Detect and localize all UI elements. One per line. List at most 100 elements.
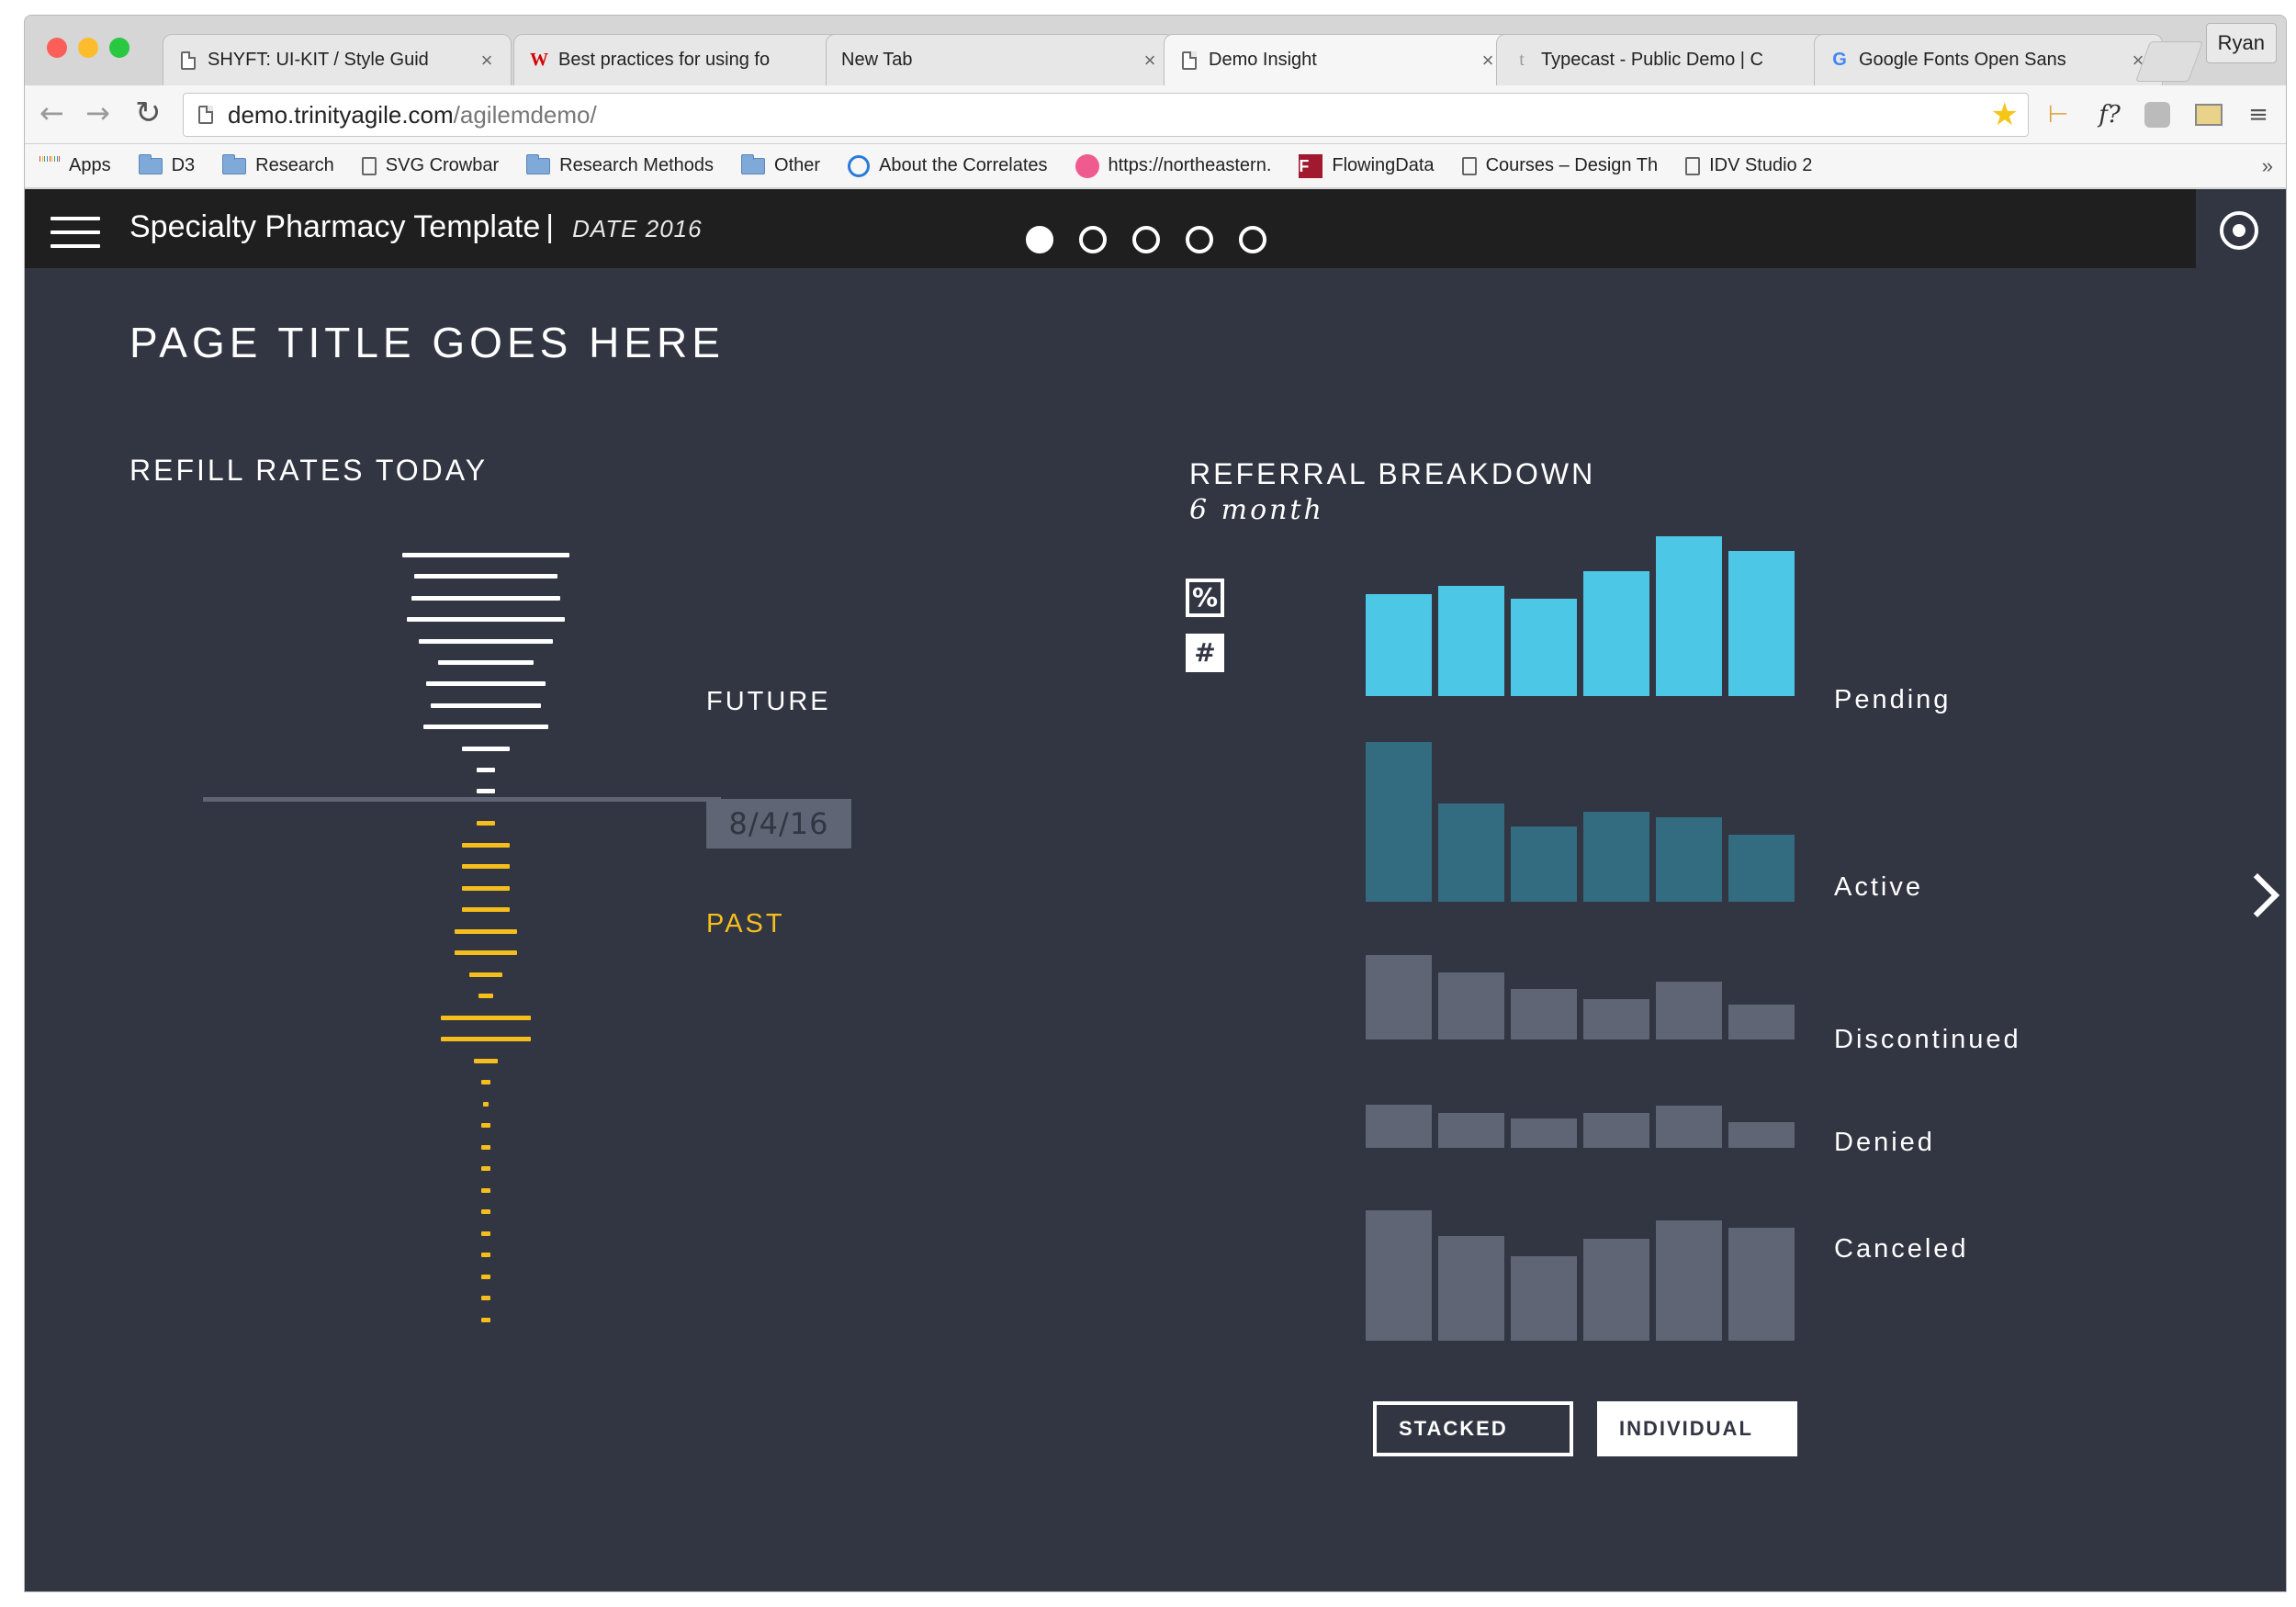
referral-bar-canceled[interactable] bbox=[1728, 1227, 1795, 1341]
referral-bar-denied[interactable] bbox=[1583, 1113, 1649, 1148]
document-icon bbox=[1685, 156, 1701, 175]
refill-past-line bbox=[483, 1101, 489, 1107]
today-date-badge: 8/4/16 bbox=[706, 799, 851, 848]
percent-toggle-button[interactable]: % bbox=[1186, 579, 1224, 617]
referral-bar-discontinued[interactable] bbox=[1438, 972, 1504, 1039]
referral-bar-active[interactable] bbox=[1438, 803, 1504, 902]
refill-past-line bbox=[455, 928, 517, 934]
referral-bar-pending[interactable] bbox=[1656, 536, 1722, 696]
page-dot-4[interactable] bbox=[1186, 226, 1213, 253]
referral-bar-denied[interactable] bbox=[1366, 1104, 1432, 1148]
referral-bar-active[interactable] bbox=[1656, 817, 1722, 902]
extension-image-icon[interactable] bbox=[2192, 98, 2225, 131]
referral-bar-active[interactable] bbox=[1583, 812, 1649, 902]
refill-future-line bbox=[438, 660, 534, 665]
page-dot-3[interactable] bbox=[1132, 226, 1160, 253]
referral-series-label: Active bbox=[1834, 872, 1923, 902]
referral-bar-discontinued[interactable] bbox=[1583, 998, 1649, 1039]
back-arrow-icon[interactable]: ← bbox=[39, 96, 64, 129]
stacked-button[interactable]: STACKED bbox=[1373, 1401, 1573, 1456]
refill-past-line bbox=[480, 1317, 491, 1322]
referral-bar-active[interactable] bbox=[1511, 826, 1577, 902]
referral-bar-discontinued[interactable] bbox=[1656, 981, 1722, 1039]
referral-bar-pending[interactable] bbox=[1511, 599, 1577, 696]
browser-tab[interactable]: W Best practices for using fo × bbox=[513, 34, 862, 85]
referral-bar-denied[interactable] bbox=[1511, 1118, 1577, 1148]
bookmark-label: Courses – Design Th bbox=[1485, 155, 1659, 175]
reload-icon[interactable]: ↻ bbox=[135, 96, 162, 129]
bookmark-svg-crowbar[interactable]: SVG Crowbar bbox=[361, 155, 499, 176]
bookmark-northeastern[interactable]: https://northeastern. bbox=[1075, 153, 1271, 178]
referral-bar-pending[interactable] bbox=[1728, 551, 1795, 696]
tab-label: Best practices for using fo bbox=[558, 50, 771, 70]
bookmark-d3[interactable]: D3 bbox=[138, 153, 195, 176]
referral-series-label: Discontinued bbox=[1834, 1025, 2021, 1054]
menu-icon[interactable]: ≡ bbox=[2242, 98, 2275, 131]
next-page-arrow-icon[interactable] bbox=[2234, 872, 2280, 918]
page-dot-2[interactable] bbox=[1079, 226, 1107, 253]
bookmark-research[interactable]: Research bbox=[222, 153, 334, 176]
bookmark-apps[interactable]: Apps bbox=[39, 155, 111, 176]
profile-button[interactable]: Ryan bbox=[2205, 23, 2277, 63]
bookmark-label: Other bbox=[774, 155, 821, 175]
referral-bar-pending[interactable] bbox=[1583, 571, 1649, 696]
app-title: Specialty Pharmacy Template | DATE 2016 bbox=[129, 209, 703, 245]
app-header-right bbox=[2196, 189, 2286, 268]
close-icon[interactable]: × bbox=[478, 49, 496, 73]
referral-bar-discontinued[interactable] bbox=[1366, 955, 1432, 1039]
extension-circle-icon[interactable] bbox=[2141, 98, 2174, 131]
referral-bar-canceled[interactable] bbox=[1656, 1219, 1722, 1341]
browser-tab[interactable]: SHYFT: UI-KIT / Style Guid × bbox=[163, 34, 512, 85]
refill-past-line bbox=[480, 1144, 491, 1150]
bookmark-research-methods[interactable]: Research Methods bbox=[526, 153, 715, 176]
referral-bar-canceled[interactable] bbox=[1438, 1236, 1504, 1341]
bookmark-correlates[interactable]: About the Correlates bbox=[848, 154, 1048, 177]
referral-series-label: Canceled bbox=[1834, 1234, 1969, 1264]
bookmark-courses[interactable]: Courses – Design Th bbox=[1461, 155, 1659, 176]
forward-arrow-icon[interactable]: → bbox=[85, 96, 110, 129]
window-minimize-button[interactable] bbox=[78, 38, 98, 58]
bookmarks-overflow-icon[interactable]: » bbox=[2262, 154, 2273, 178]
count-toggle-button[interactable]: # bbox=[1186, 634, 1224, 672]
window-maximize-button[interactable] bbox=[109, 38, 129, 58]
window-close-button[interactable] bbox=[47, 38, 67, 58]
font-inspector-icon[interactable]: f? bbox=[2093, 98, 2126, 131]
close-icon[interactable]: × bbox=[1479, 49, 1497, 73]
refill-past-line bbox=[480, 1274, 491, 1279]
hamburger-menu-icon[interactable] bbox=[51, 217, 100, 248]
browser-tab[interactable]: G Google Fonts Open Sans × bbox=[1814, 34, 2163, 85]
address-bar[interactable]: demo.trinityagile.com/agilemdemo/ ★ bbox=[183, 93, 2029, 137]
individual-button[interactable]: INDIVIDUAL bbox=[1597, 1401, 1797, 1456]
referral-bar-canceled[interactable] bbox=[1583, 1239, 1649, 1341]
browser-tab-active[interactable]: Demo Insight × bbox=[1164, 34, 1513, 85]
referral-bar-denied[interactable] bbox=[1728, 1121, 1795, 1148]
page-dot-1[interactable] bbox=[1026, 226, 1053, 253]
referral-bar-denied[interactable] bbox=[1656, 1106, 1722, 1148]
referral-bar-discontinued[interactable] bbox=[1728, 1005, 1795, 1039]
tab-label: Typecast - Public Demo | C bbox=[1541, 50, 1763, 70]
referral-bar-canceled[interactable] bbox=[1511, 1256, 1577, 1341]
referral-bar-denied[interactable] bbox=[1438, 1113, 1504, 1148]
bookmark-idv-studio[interactable]: IDV Studio 2 bbox=[1685, 155, 1812, 176]
referral-bar-pending[interactable] bbox=[1366, 594, 1432, 696]
document-icon bbox=[1461, 156, 1477, 175]
browser-window: SHYFT: UI-KIT / Style Guid × W Best prac… bbox=[24, 15, 2287, 1592]
bookmark-flowingdata[interactable]: F FlowingData bbox=[1299, 153, 1435, 178]
bookmark-other[interactable]: Other bbox=[741, 153, 821, 176]
referral-bar-active[interactable] bbox=[1728, 835, 1795, 902]
referral-bar-canceled[interactable] bbox=[1366, 1209, 1432, 1341]
browser-tab[interactable]: t Typecast - Public Demo | C × bbox=[1496, 34, 1845, 85]
browser-tab[interactable]: New Tab × bbox=[826, 34, 1175, 85]
target-icon[interactable] bbox=[2220, 211, 2258, 250]
referral-bar-active[interactable] bbox=[1366, 742, 1432, 902]
bookmark-label: Research Methods bbox=[559, 155, 715, 175]
bookmark-star-icon[interactable]: ★ bbox=[1991, 97, 2019, 132]
app-date: DATE 2016 bbox=[572, 215, 703, 242]
extension-ruler-icon[interactable]: ⊢ bbox=[2042, 98, 2075, 131]
referral-bar-pending[interactable] bbox=[1438, 585, 1504, 696]
referral-bar-discontinued[interactable] bbox=[1511, 988, 1577, 1039]
refill-past-line bbox=[462, 907, 510, 912]
browser-titlebar: SHYFT: UI-KIT / Style Guid × W Best prac… bbox=[25, 16, 2286, 85]
close-icon[interactable]: × bbox=[1141, 49, 1159, 73]
page-dot-5[interactable] bbox=[1239, 226, 1266, 253]
